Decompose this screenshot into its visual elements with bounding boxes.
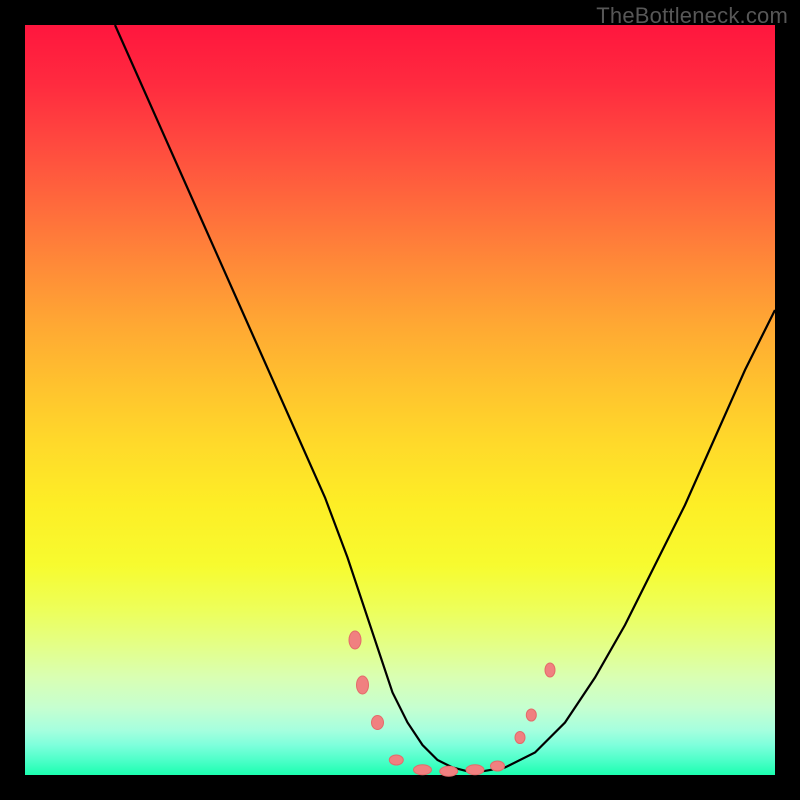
- curve-marker: [526, 709, 536, 721]
- curve-marker: [414, 765, 432, 775]
- curve-marker: [372, 716, 384, 730]
- bottleneck-curve: [115, 25, 775, 771]
- curve-svg: [25, 25, 775, 775]
- chart-frame: TheBottleneck.com: [0, 0, 800, 800]
- curve-marker: [466, 765, 484, 775]
- curve-marker: [491, 761, 505, 771]
- curve-marker: [515, 732, 525, 744]
- curve-marker: [389, 755, 403, 765]
- curve-marker: [357, 676, 369, 694]
- curve-marker: [545, 663, 555, 677]
- curve-marker: [349, 631, 361, 649]
- watermark-text: TheBottleneck.com: [596, 3, 788, 29]
- curve-marker: [440, 766, 458, 776]
- plot-area: [25, 25, 775, 775]
